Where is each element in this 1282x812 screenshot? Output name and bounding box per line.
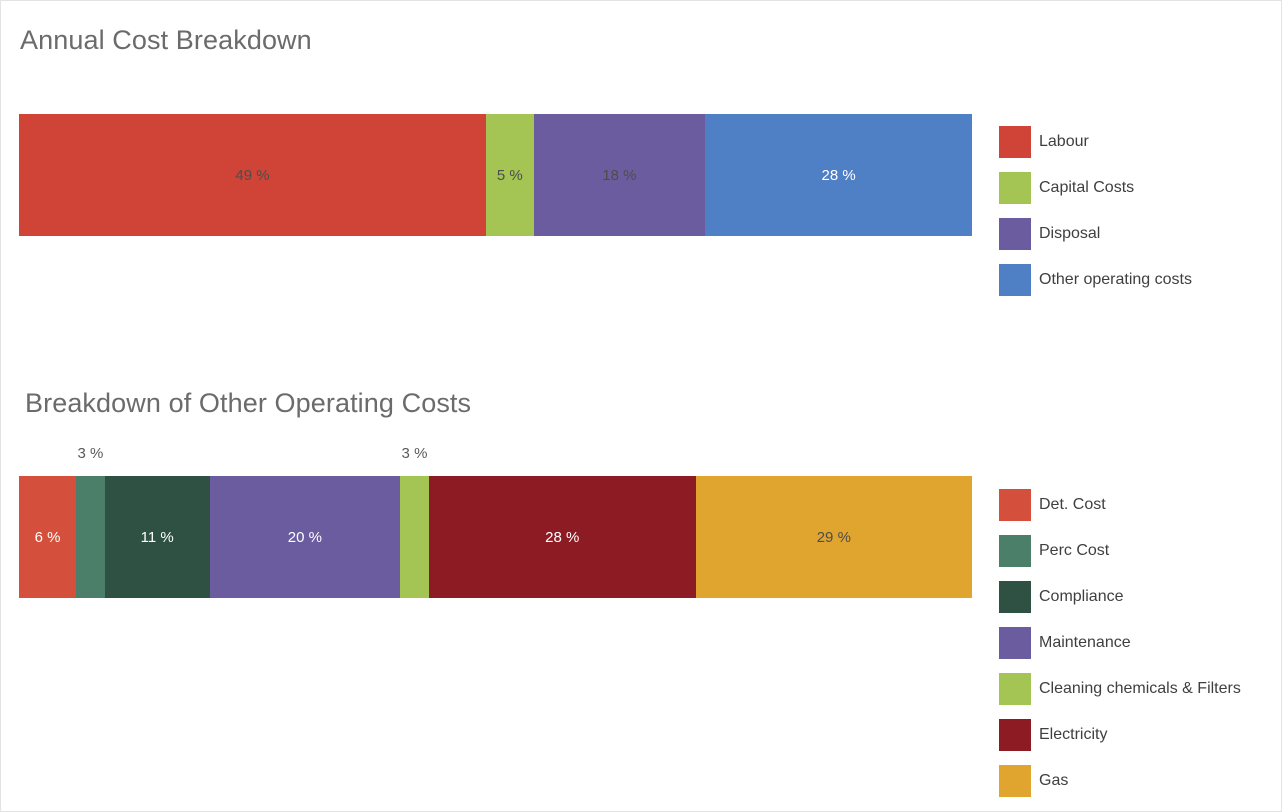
legend-swatch-icon <box>999 581 1031 613</box>
bar-segment-value-label: 20 % <box>287 528 322 546</box>
bar-segment-value-label: 49 % <box>235 166 270 184</box>
legend-swatch-icon <box>999 218 1031 250</box>
legend-swatch-icon <box>999 535 1031 567</box>
bar-segment-callout-label: 3 % <box>401 445 428 462</box>
bar-segment-callout-label: 3 % <box>77 445 104 462</box>
bar-segment-maintenance[interactable]: 20 % <box>209 476 401 598</box>
stacked-bar-annual-cost: 49 % 5 % 18 % 28 % <box>19 114 973 236</box>
bar-segment-value-label: 29 % <box>816 528 851 546</box>
chart-page: Annual Cost Breakdown 49 % 5 % 18 % 28 % La… <box>0 0 1282 812</box>
bar-segment-compliance[interactable]: 11 % <box>104 476 210 598</box>
bar-segment-value-label: 28 % <box>821 166 856 184</box>
legend-swatch-icon <box>999 126 1031 158</box>
legend-swatch-icon <box>999 673 1031 705</box>
legend-swatch-icon <box>999 627 1031 659</box>
bar-segment-electricity[interactable]: 28 % <box>428 476 696 598</box>
legend-swatch-icon <box>999 765 1031 797</box>
bar-segment-gas[interactable]: 29 % <box>695 476 973 598</box>
legend-item-label: Disposal <box>1039 225 1101 242</box>
legend-item-capital-costs[interactable]: Capital Costs <box>999 165 1192 211</box>
legend-item-gas[interactable]: Gas <box>999 758 1241 804</box>
bar-segment-value-label: 18 % <box>602 166 637 184</box>
legend-item-maintenance[interactable]: Maintenance <box>999 620 1241 666</box>
bar-segment-other-operating-costs[interactable]: 28 % <box>705 114 973 236</box>
legend-item-det-cost[interactable]: Det. Cost <box>999 482 1241 528</box>
bar-segment-cleaning-chemicals-filters[interactable]: 3 % <box>400 476 429 598</box>
legend-item-label: Electricity <box>1039 726 1108 743</box>
bar-segment-det-cost[interactable]: 6 % <box>19 476 77 598</box>
legend-item-label: Labour <box>1039 133 1089 150</box>
page-title: Annual Cost Breakdown <box>20 25 312 55</box>
bar-segment-perc-cost[interactable]: 3 % <box>76 476 105 598</box>
legend-swatch-icon <box>999 172 1031 204</box>
legend-item-perc-cost[interactable]: Perc Cost <box>999 528 1241 574</box>
bar-segment-value-label: 11 % <box>140 528 174 546</box>
stacked-bar-other-operating-costs: 6 % 3 % 11 % 20 % 3 % 28 % 29 % <box>19 476 973 598</box>
bar-segment-value-label: 5 % <box>496 166 523 184</box>
legend-item-label: Other operating costs <box>1039 271 1192 288</box>
legend-other-operating-costs: Det. Cost Perc Cost Compliance Maintenance C… <box>999 482 1241 804</box>
legend-swatch-icon <box>999 719 1031 751</box>
legend-item-label: Gas <box>1039 772 1069 789</box>
legend-item-electricity[interactable]: Electricity <box>999 712 1241 758</box>
legend-swatch-icon <box>999 489 1031 521</box>
legend-swatch-icon <box>999 264 1031 296</box>
bar-segment-value-label: 6 % <box>34 528 61 546</box>
legend-annual-cost: Labour Capital Costs Disposal Other operati… <box>999 119 1192 303</box>
legend-item-other-operating-costs[interactable]: Other operating costs <box>999 257 1192 303</box>
legend-item-label: Capital Costs <box>1039 179 1135 196</box>
legend-item-label: Perc Cost <box>1039 542 1110 559</box>
legend-item-labour[interactable]: Labour <box>999 119 1192 165</box>
bar-segment-value-label: 28 % <box>545 528 580 546</box>
section-title-other-operating-costs: Breakdown of Other Operating Costs <box>25 388 472 418</box>
legend-item-label: Maintenance <box>1039 634 1131 651</box>
legend-item-compliance[interactable]: Compliance <box>999 574 1241 620</box>
legend-item-label: Det. Cost <box>1039 496 1106 513</box>
legend-item-cleaning-chemicals-filters[interactable]: Cleaning chemicals & Filters <box>999 666 1241 712</box>
legend-item-label: Cleaning chemicals & Filters <box>1039 680 1241 697</box>
legend-item-disposal[interactable]: Disposal <box>999 211 1192 257</box>
bar-segment-labour[interactable]: 49 % <box>19 114 486 236</box>
bar-segment-capital-costs[interactable]: 5 % <box>485 114 534 236</box>
legend-item-label: Compliance <box>1039 588 1124 605</box>
bar-segment-disposal[interactable]: 18 % <box>533 114 706 236</box>
